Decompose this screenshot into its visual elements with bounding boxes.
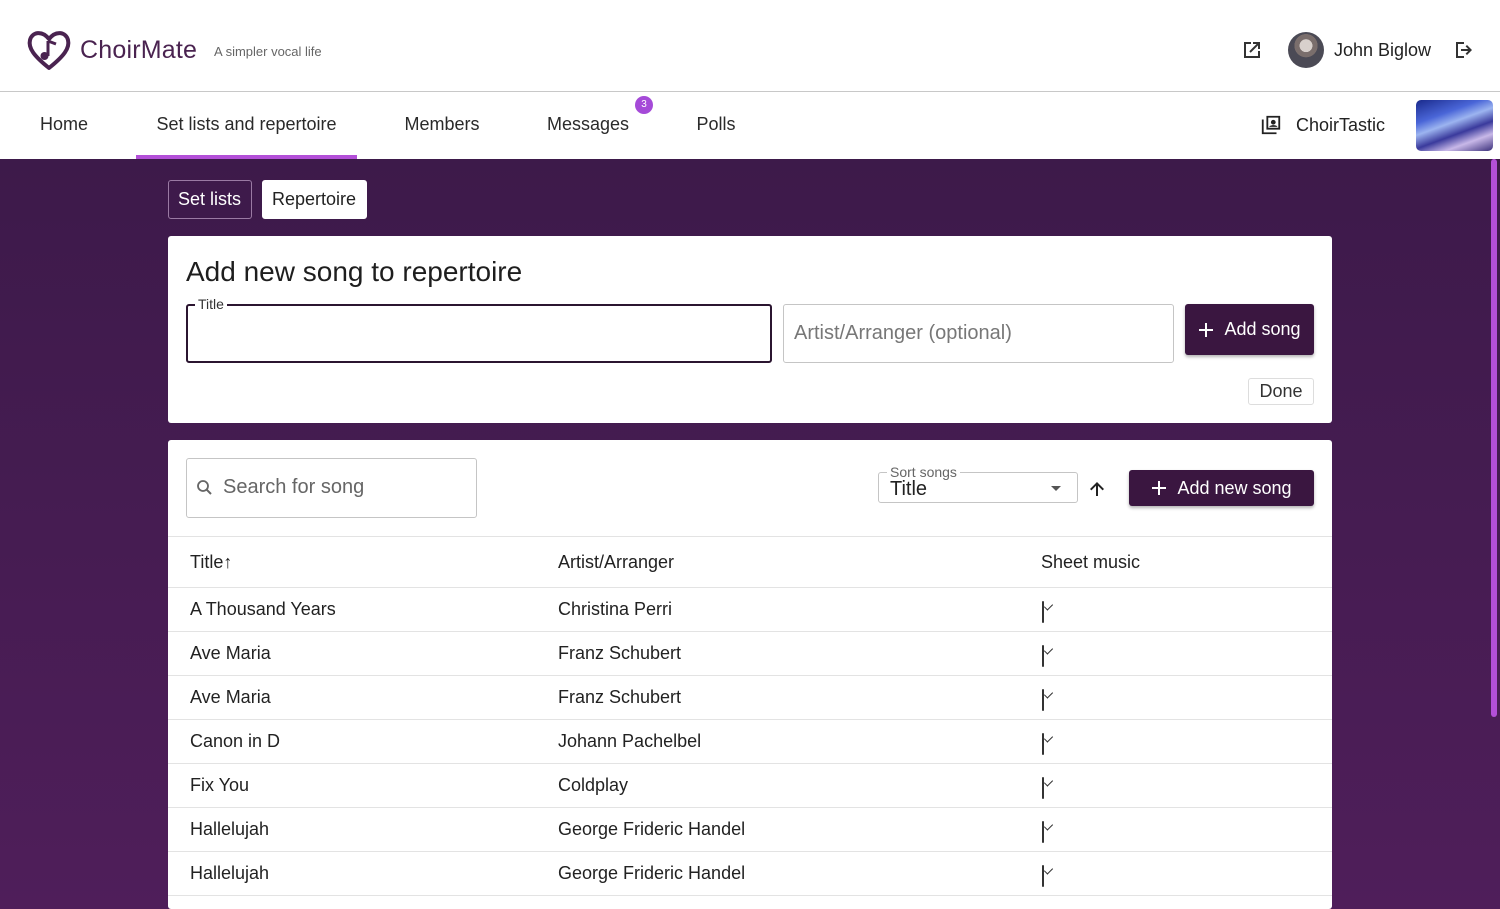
table-row[interactable]: Fix You Coldplay <box>168 764 1332 808</box>
table-row[interactable]: Ave Maria Franz Schubert <box>168 676 1332 720</box>
artist-placeholder: Artist/Arranger (optional) <box>794 322 1012 344</box>
song-title: Hallelujah <box>190 819 270 839</box>
add-song-label: Add song <box>1224 319 1301 339</box>
tab-set-lists[interactable]: Set lists <box>168 180 252 219</box>
song-title: Canon in D <box>190 731 281 751</box>
heart-music-logo[interactable] <box>26 28 72 72</box>
song-title: Ave Maria <box>190 643 271 663</box>
song-artist: George Frideric Handel <box>558 819 746 839</box>
song-title: Ave Maria <box>190 687 271 707</box>
song-artist: Franz Schubert <box>558 687 682 707</box>
column-sheet-music[interactable]: Sheet music <box>1041 552 1140 573</box>
table-row[interactable]: Hallelujah George Frideric Handel <box>168 852 1332 896</box>
table-header: Title↑ Artist/Arranger Sheet music <box>168 536 1332 588</box>
sort-value: Title <box>890 478 928 500</box>
checked-box-icon <box>1042 777 1044 799</box>
nav-home[interactable]: Home <box>22 93 106 159</box>
song-title: A Thousand Years <box>190 599 336 619</box>
checked-box-icon <box>1042 821 1044 843</box>
search-input[interactable]: Search for song <box>186 458 477 518</box>
choir-name[interactable]: ChoirTastic <box>1296 115 1385 136</box>
column-artist[interactable]: Artist/Arranger <box>558 552 674 573</box>
top-header: ChoirMate A simpler vocal life John Bigl… <box>0 0 1500 92</box>
add-new-song-button[interactable]: Add new song <box>1129 470 1314 506</box>
table-row[interactable]: Ave Maria Franz Schubert <box>168 632 1332 676</box>
nav-polls[interactable]: Polls <box>680 93 752 159</box>
song-title: Hallelujah <box>190 863 270 883</box>
nav-members[interactable]: Members <box>390 93 494 159</box>
checked-box-icon <box>1042 645 1044 667</box>
open-external-icon[interactable] <box>1240 38 1264 62</box>
song-artist: George Frideric Handel <box>558 863 746 883</box>
library-music-icon[interactable] <box>1260 114 1282 136</box>
add-new-song-label: Add new song <box>1177 477 1292 498</box>
tab-repertoire[interactable]: Repertoire <box>262 180 367 219</box>
messages-count-badge: 3 <box>635 96 653 114</box>
checked-box-icon <box>1042 601 1044 623</box>
song-artist: Christina Perri <box>558 599 673 619</box>
arrow-up-icon[interactable] <box>1086 478 1108 500</box>
brand-name[interactable]: ChoirMate <box>80 36 197 65</box>
tagline: A simpler vocal life <box>214 44 322 59</box>
title-input[interactable]: Title <box>186 296 772 363</box>
song-list-card: Search for song Sort songs Title Add new… <box>168 440 1332 909</box>
song-artist: Coldplay <box>558 775 629 795</box>
logout-icon[interactable] <box>1452 38 1476 62</box>
plus-icon <box>1152 481 1167 495</box>
song-title: Fix You <box>190 775 250 795</box>
page-scrollbar[interactable] <box>1491 159 1497 717</box>
checked-box-icon <box>1042 865 1044 887</box>
nav-set-lists-and-repertoire[interactable]: Set lists and repertoire <box>136 93 357 159</box>
nav-messages[interactable]: Messages <box>530 93 646 159</box>
checked-box-icon <box>1042 689 1044 711</box>
search-placeholder: Search for song <box>223 476 365 498</box>
title-label: Title <box>195 296 227 312</box>
artist-input[interactable]: Artist/Arranger (optional) <box>783 304 1174 363</box>
column-title[interactable]: Title↑ <box>190 552 232 573</box>
add-song-card: Add new song to repertoire Title Artist/… <box>168 236 1332 423</box>
table-row[interactable]: A Thousand Years Christina Perri <box>168 588 1332 632</box>
plus-icon <box>1199 322 1214 337</box>
checked-box-icon <box>1042 733 1044 755</box>
search-icon <box>197 480 212 495</box>
table-row[interactable]: Hallelujah George Frideric Handel <box>168 808 1332 852</box>
avatar[interactable] <box>1288 32 1324 68</box>
chevron-down-icon <box>1051 486 1061 491</box>
card-title: Add new song to repertoire <box>186 256 523 287</box>
sort-select[interactable]: Sort songs Title <box>878 464 1078 503</box>
choir-photo[interactable] <box>1416 100 1493 151</box>
done-button[interactable]: Done <box>1248 378 1314 405</box>
table-row[interactable]: Canon in D Johann Pachelbel <box>168 720 1332 764</box>
song-artist: Johann Pachelbel <box>558 731 702 751</box>
add-song-button[interactable]: Add song <box>1185 304 1314 355</box>
song-artist: Franz Schubert <box>558 643 682 663</box>
user-name[interactable]: John Biglow <box>1334 40 1431 61</box>
